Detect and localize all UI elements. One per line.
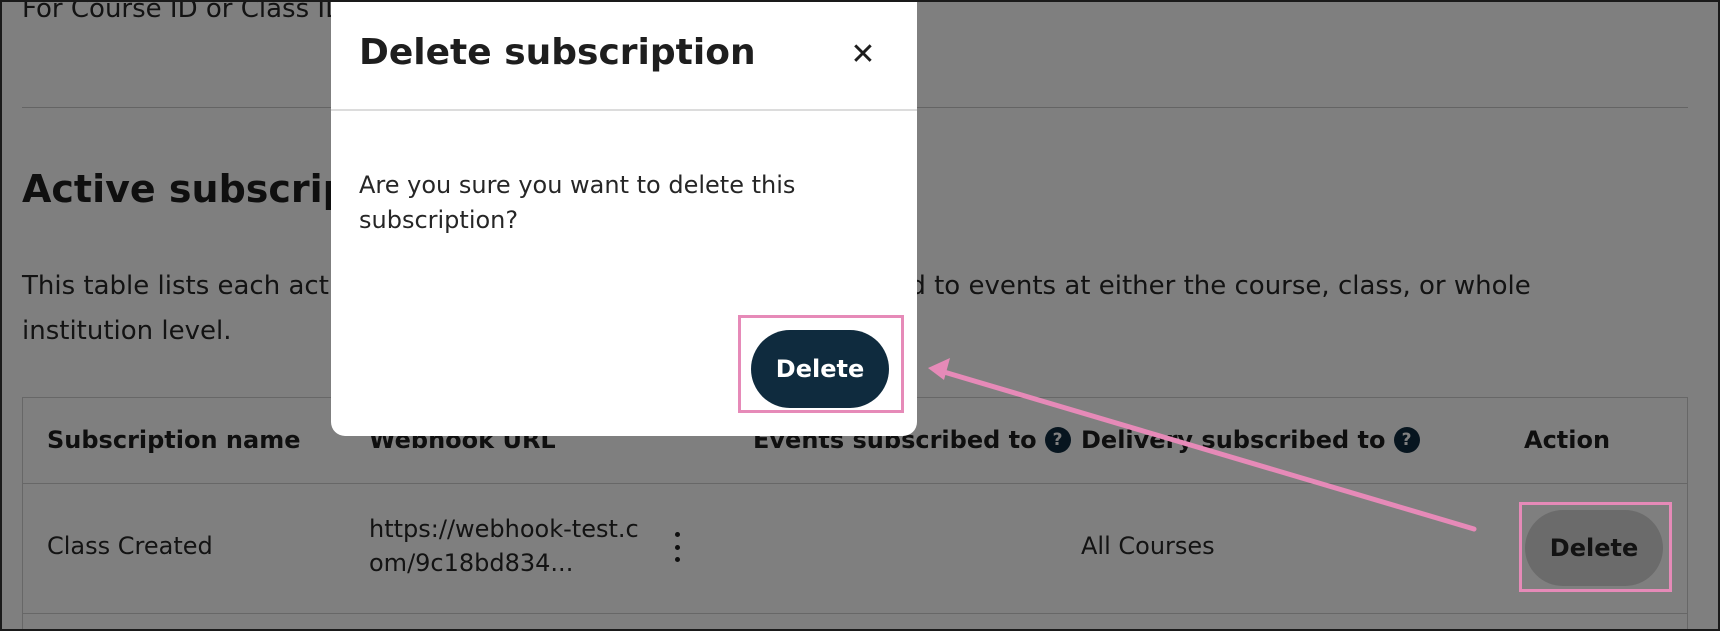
screenshot-frame: For Course ID or Class ID Active subscri… bbox=[0, 0, 1720, 631]
confirm-delete-button[interactable]: Delete bbox=[751, 330, 889, 408]
dialog-header: Delete subscription ✕ bbox=[331, 2, 917, 111]
close-icon[interactable]: ✕ bbox=[845, 36, 881, 72]
dialog-message: Are you sure you want to delete this sub… bbox=[359, 171, 796, 234]
dialog-title: Delete subscription bbox=[359, 32, 756, 73]
delete-subscription-dialog: Delete subscription ✕ Are you sure you w… bbox=[331, 2, 917, 436]
